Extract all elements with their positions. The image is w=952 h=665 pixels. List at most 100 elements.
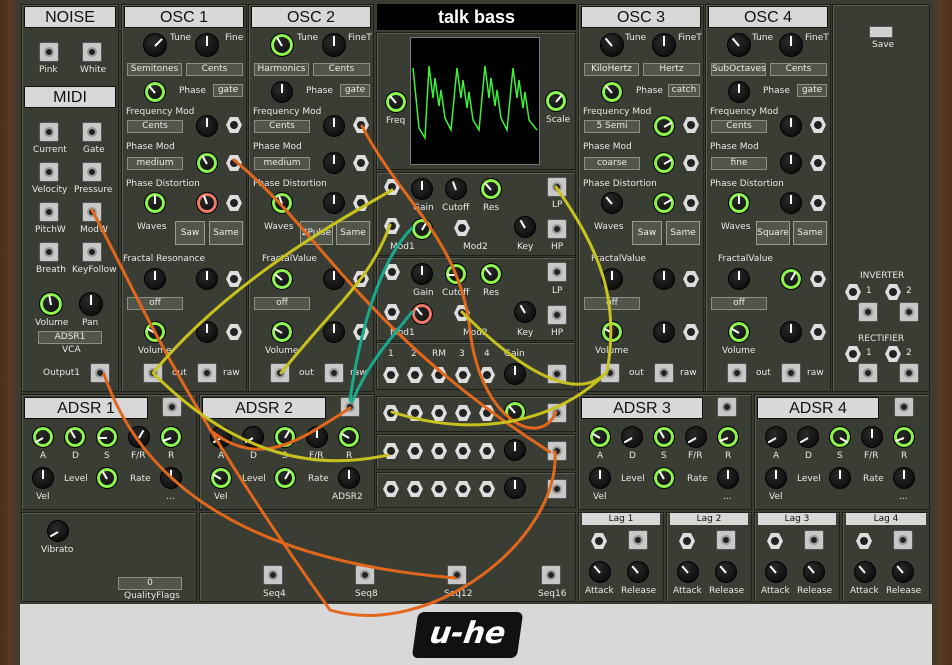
osc4-out-jack[interactable] [727, 363, 747, 383]
osc4-fine-mode-select[interactable]: Cents [770, 63, 827, 76]
adsr1-fr-knob[interactable] [128, 426, 150, 448]
osc3-volume-mod-knob[interactable] [653, 321, 675, 343]
osc4-phase-mod-mode-select[interactable]: fine [711, 157, 767, 170]
osc2-volume-mod-knob[interactable] [323, 321, 345, 343]
osc1-fine-knob[interactable] [195, 33, 219, 57]
adsr3-r-knob[interactable] [717, 426, 739, 448]
osc3-extra-knob[interactable] [601, 268, 623, 290]
adsr4-vel-knob[interactable] [765, 467, 787, 489]
save-button[interactable] [869, 26, 893, 38]
noise-pink-jack[interactable] [39, 42, 59, 62]
osc2-extra-mod-knob[interactable] [323, 268, 345, 290]
filter2-hp-jack[interactable] [547, 305, 567, 325]
osc2-extra-mode-select[interactable]: off [254, 297, 310, 310]
seq16-jack[interactable] [541, 565, 561, 585]
mixer2-gain-knob[interactable] [504, 401, 526, 423]
seq4-jack[interactable] [263, 565, 283, 585]
osc3-freq-mod-knob[interactable] [653, 115, 675, 137]
osc2-wave-a-button[interactable]: 2Pulse [300, 221, 333, 245]
osc2-phase-mod-mode-select[interactable]: medium [254, 157, 310, 170]
adsr1-r-knob[interactable] [160, 426, 182, 448]
midi-current-jack[interactable] [39, 122, 59, 142]
lag2-attack-knob[interactable] [677, 561, 699, 583]
osc3-volume-knob[interactable] [601, 321, 623, 343]
adsr1-vel-knob[interactable] [32, 467, 54, 489]
adsr3-vel-knob[interactable] [589, 467, 611, 489]
midi-gate-jack[interactable] [82, 122, 102, 142]
osc3-wave-b-button[interactable]: Same [666, 221, 700, 245]
quality-flags-value[interactable]: 0 [118, 577, 182, 590]
osc2-fine-mode-select[interactable]: Cents [313, 63, 370, 76]
osc4-extra-knob[interactable] [728, 268, 750, 290]
inverter-out-2-jack[interactable] [899, 302, 919, 322]
adsr3-fr-knob[interactable] [685, 426, 707, 448]
osc1-extra-knob[interactable] [144, 268, 166, 290]
mixer2-out-jack[interactable] [547, 403, 567, 423]
osc4-phase-mod-knob[interactable] [780, 152, 802, 174]
osc1-raw-jack[interactable] [197, 363, 217, 383]
filter1-res-knob[interactable] [480, 178, 502, 200]
filter2-lp-jack[interactable] [547, 262, 567, 282]
adsr1-rate-knob[interactable] [160, 467, 182, 489]
osc4-extra-mod-knob[interactable] [780, 268, 802, 290]
osc4-tune-mode-select[interactable]: SubOctaves [711, 63, 766, 76]
osc4-wave-b-button[interactable]: Same [793, 221, 827, 245]
osc4-wave-a-button[interactable]: Square [756, 221, 790, 245]
osc1-fine-mode-select[interactable]: Cents [186, 63, 243, 76]
vca-volume-knob[interactable] [39, 292, 63, 316]
osc3-wave-a-button[interactable]: Saw [632, 221, 662, 245]
osc4-fine-knob[interactable] [779, 33, 803, 57]
adsr2-rate-knob[interactable] [338, 467, 360, 489]
osc4-volume-mod-knob[interactable] [780, 321, 802, 343]
lag1-release-knob[interactable] [627, 561, 649, 583]
mixer4-gain-knob[interactable] [504, 477, 526, 499]
osc1-freq-mod-mode-select[interactable]: Cents [127, 120, 183, 133]
adsr3-a-knob[interactable] [589, 426, 611, 448]
osc2-phase-mod-knob[interactable] [323, 152, 345, 174]
osc3-phase-dist-knob[interactable] [601, 192, 623, 214]
osc3-fine-knob[interactable] [652, 33, 676, 57]
adsr3-rate-knob[interactable] [717, 467, 739, 489]
adsr4-r-knob[interactable] [893, 426, 915, 448]
adsr3-level-knob[interactable] [653, 467, 675, 489]
osc1-phase-knob[interactable] [144, 81, 166, 103]
lag3-out-jack[interactable] [804, 530, 824, 550]
filter1-cutoff-knob[interactable] [445, 178, 467, 200]
noise-white-jack[interactable] [82, 42, 102, 62]
osc2-tune-knob[interactable] [270, 33, 294, 57]
osc1-tune-knob[interactable] [143, 33, 167, 57]
adsr1-level-knob[interactable] [96, 467, 118, 489]
adsr1-a-knob[interactable] [32, 426, 54, 448]
lag1-out-jack[interactable] [628, 530, 648, 550]
adsr4-out-jack[interactable] [894, 397, 914, 417]
seq12-jack[interactable] [447, 565, 467, 585]
filter2-gain-knob[interactable] [411, 263, 433, 285]
osc1-wave-b-button[interactable]: Same [209, 221, 243, 245]
filter1-lp-jack[interactable] [547, 177, 567, 197]
osc1-phase-mode-select[interactable]: gate [213, 84, 243, 97]
mixer4-out-jack[interactable] [547, 479, 567, 499]
osc1-extra-mode-select[interactable]: off [127, 297, 183, 310]
osc3-phase-mod-knob[interactable] [653, 152, 675, 174]
lag4-out-jack[interactable] [893, 530, 913, 550]
osc3-out-jack[interactable] [600, 363, 620, 383]
osc1-wave-a-button[interactable]: Saw [175, 221, 205, 245]
osc2-phase-dist-knob[interactable] [271, 192, 293, 214]
osc1-volume-mod-knob[interactable] [196, 321, 218, 343]
osc1-phase-dist-knob[interactable] [144, 192, 166, 214]
osc3-phase-dist-mod-knob[interactable] [653, 192, 675, 214]
midi-velocity-jack[interactable] [39, 162, 59, 182]
seq8-jack[interactable] [355, 565, 375, 585]
osc3-phase-mode-select[interactable]: catch [668, 84, 700, 97]
mixer-out-jack[interactable] [547, 364, 567, 384]
adsr4-rate-knob[interactable] [893, 467, 915, 489]
osc4-freq-mod-knob[interactable] [780, 115, 802, 137]
lag4-attack-knob[interactable] [854, 561, 876, 583]
output1-jack[interactable] [90, 363, 110, 383]
osc2-tune-mode-select[interactable]: Harmonics [254, 63, 309, 76]
vca-source-select[interactable]: ADSR1 [38, 331, 102, 344]
filter1-key-knob[interactable] [514, 216, 536, 238]
adsr2-vel-knob[interactable] [210, 467, 232, 489]
midi-pitchw-jack[interactable] [39, 202, 59, 222]
osc2-fine-knob[interactable] [322, 33, 346, 57]
